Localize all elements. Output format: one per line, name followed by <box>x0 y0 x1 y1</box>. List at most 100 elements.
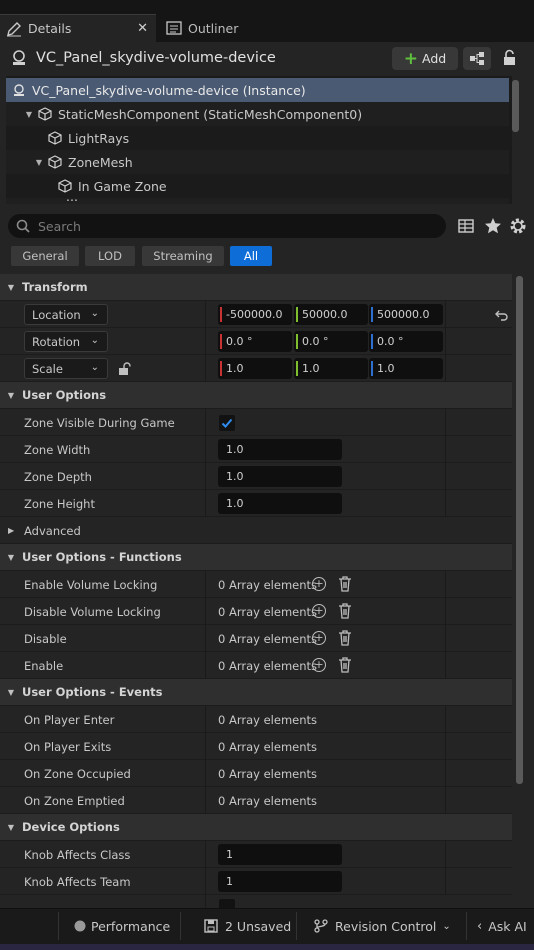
collapse-arrow-icon[interactable]: ▼ <box>0 688 22 697</box>
status-divider <box>466 912 467 940</box>
add-element-icon[interactable]: + <box>312 631 326 645</box>
tree-item-lightrays[interactable]: LightRays <box>6 126 509 150</box>
zone-depth-field[interactable]: 1.0 <box>218 466 342 487</box>
advanced-section[interactable]: ▶ Advanced <box>0 517 512 544</box>
column-divider <box>445 652 446 679</box>
filter-streaming[interactable]: Streaming <box>142 246 224 266</box>
rotation-dropdown[interactable]: Rotation ⌄ <box>24 331 108 352</box>
filter-lod[interactable]: LOD <box>85 246 135 266</box>
knob-class-field[interactable]: 1 <box>218 844 342 865</box>
property-scrollbar[interactable] <box>516 276 523 784</box>
expand-arrow-icon[interactable]: ▼ <box>34 158 44 167</box>
trash-icon[interactable] <box>338 657 352 673</box>
tree-item-ingamezone[interactable]: In Game Zone <box>6 174 509 198</box>
tree-item-label: In Game Zone <box>78 178 167 194</box>
category-user-options[interactable]: ▼ User Options <box>0 382 512 409</box>
collapse-arrow-icon[interactable]: ▼ <box>0 553 22 562</box>
tree-item-zonemesh[interactable]: ▼ ZoneMesh <box>6 150 509 174</box>
column-divider <box>445 841 446 868</box>
category-events[interactable]: ▼ User Options - Events <box>0 679 512 706</box>
trash-icon[interactable] <box>338 576 352 592</box>
tab-details[interactable]: Details ✕ <box>0 14 156 42</box>
scale-y-field[interactable]: 1.0 <box>294 358 368 379</box>
property-function: Enable 0 Array elements + <box>0 652 512 679</box>
unlock-icon[interactable] <box>117 362 131 376</box>
collapse-arrow-icon[interactable]: ▼ <box>0 823 22 832</box>
add-element-icon[interactable]: + <box>312 604 326 618</box>
add-element-icon[interactable]: + <box>312 658 326 672</box>
array-count: 0 Array elements <box>218 658 318 673</box>
rotation-z-field[interactable]: 0.0 ° <box>369 331 443 352</box>
filter-general[interactable]: General <box>11 246 79 266</box>
zone-height-field[interactable]: 1.0 <box>218 493 342 514</box>
expand-arrow-icon[interactable]: ▶ <box>8 526 14 535</box>
property-function: Disable 0 Array elements + <box>0 625 512 652</box>
category-functions[interactable]: ▼ User Options - Functions <box>0 544 512 571</box>
tree-item-clipped[interactable]: ... <box>6 198 509 204</box>
property-function: Enable Volume Locking 0 Array elements + <box>0 571 512 598</box>
blueprint-button[interactable] <box>463 47 491 70</box>
tree-item-staticmesh[interactable]: ▼ StaticMeshComponent (StaticMeshCompone… <box>6 102 509 126</box>
trash-icon[interactable] <box>338 630 352 646</box>
location-x-field[interactable]: -500000.0 <box>218 304 292 325</box>
column-divider <box>205 436 206 463</box>
table-view-icon[interactable] <box>456 216 476 236</box>
tree-item-label: StaticMeshComponent (StaticMeshComponent… <box>58 106 363 122</box>
rotation-y-field[interactable]: 0.0 ° <box>294 331 368 352</box>
tree-item-instance[interactable]: VC_Panel_skydive-volume-device (Instance… <box>6 78 509 102</box>
zone-width-field[interactable]: 1.0 <box>218 439 342 460</box>
category-label: Transform <box>22 280 88 294</box>
property-zone-width: Zone Width 1.0 <box>0 436 512 463</box>
column-divider <box>445 706 446 733</box>
scale-x-field[interactable]: 1.0 <box>218 358 292 379</box>
column-divider <box>205 895 206 908</box>
ask-ai-button[interactable]: ‹ Ask AI <box>477 908 527 944</box>
scale-z-field[interactable]: 1.0 <box>369 358 443 379</box>
revision-control-button[interactable]: Revision Control ⌄ <box>314 908 451 944</box>
tab-outliner[interactable]: Outliner <box>160 14 280 42</box>
collapse-arrow-icon[interactable]: ▼ <box>0 391 22 400</box>
lock-icon[interactable] <box>498 47 522 70</box>
property-zone-height: Zone Height 1.0 <box>0 490 512 517</box>
settings-gear-icon[interactable] <box>508 216 528 236</box>
tree-item-label: ZoneMesh <box>68 154 133 170</box>
location-dropdown[interactable]: Location ⌄ <box>24 304 108 325</box>
blueprint-icon <box>470 52 484 65</box>
column-divider <box>445 760 446 787</box>
collapse-arrow-icon[interactable]: ▼ <box>0 283 22 292</box>
add-component-button[interactable]: + Add <box>392 47 458 70</box>
reset-arrow-icon[interactable] <box>494 308 508 322</box>
location-y-field[interactable]: 50000.0 <box>294 304 368 325</box>
property-label: Zone Visible During Game <box>24 415 175 430</box>
add-element-icon[interactable]: + <box>312 577 326 591</box>
array-count: 0 Array elements <box>218 793 318 808</box>
tree-scrollbar[interactable] <box>512 80 519 132</box>
performance-button[interactable]: Performance <box>74 908 170 944</box>
chevron-down-icon: ⌄ <box>90 335 99 346</box>
clipped-checkbox[interactable] <box>219 899 235 908</box>
star-icon[interactable] <box>483 216 503 236</box>
status-divider <box>296 912 297 940</box>
column-divider <box>205 652 206 679</box>
rotation-x-field[interactable]: 0.0 ° <box>218 331 292 352</box>
actor-icon <box>14 84 24 96</box>
location-label: Location <box>32 307 81 322</box>
search-input[interactable]: Search <box>8 214 446 238</box>
scale-dropdown[interactable]: Scale ⌄ <box>24 358 108 379</box>
property-label: On Player Enter <box>24 712 115 727</box>
trash-icon[interactable] <box>338 603 352 619</box>
expand-arrow-icon[interactable]: ▼ <box>24 110 34 119</box>
category-device-options[interactable]: ▼ Device Options <box>0 814 512 841</box>
array-count: 0 Array elements <box>218 739 318 754</box>
category-transform[interactable]: ▼ Transform <box>0 274 512 301</box>
property-label: Enable <box>24 658 64 673</box>
close-icon[interactable]: ✕ <box>137 21 148 36</box>
filter-all[interactable]: All <box>230 246 272 266</box>
zone-visible-checkbox[interactable] <box>219 415 235 431</box>
add-label: Add <box>422 51 447 66</box>
chevron-down-icon: ⌄ <box>90 308 99 319</box>
location-z-field[interactable]: 500000.0 <box>369 304 443 325</box>
unsaved-label: 2 Unsaved <box>225 918 292 934</box>
knob-team-field[interactable]: 1 <box>218 871 342 892</box>
unsaved-button[interactable]: 2 Unsaved <box>204 908 291 944</box>
